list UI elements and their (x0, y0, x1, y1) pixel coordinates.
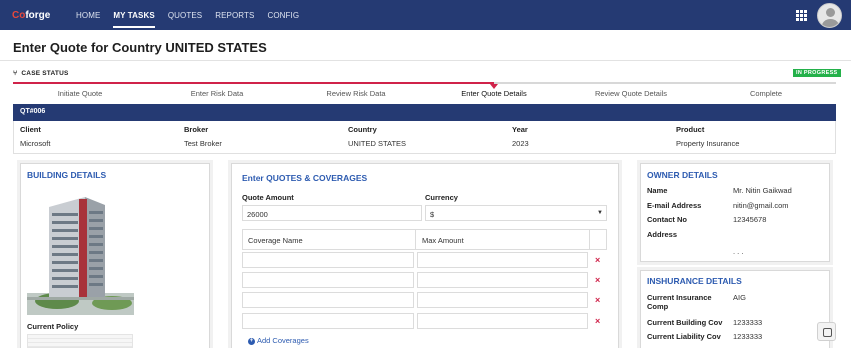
quote-id-bar: QT#006 (13, 104, 836, 121)
coforge-logo[interactable]: Coforge (12, 10, 50, 21)
insurance-company-label: Current Insurance Comp (647, 293, 712, 311)
client-value: Microsoft (20, 139, 51, 148)
owner-contact-label: Contact No (647, 215, 687, 224)
quote-amount-label: Quote Amount (242, 193, 294, 202)
user-avatar-icon[interactable] (817, 3, 842, 28)
product-value: Property Insurance (676, 139, 740, 148)
current-policy-label: Current Policy (27, 322, 79, 331)
currency-label: Currency (425, 193, 458, 202)
nav-reports[interactable]: REPORTS (215, 11, 254, 28)
delete-row-icon[interactable]: × (595, 316, 600, 326)
top-navigation-bar: Coforge HOME MY TASKS QUOTES REPORTS CON… (0, 0, 851, 30)
title-divider (0, 60, 851, 61)
product-label: Product (676, 125, 705, 134)
owner-email-label: E-mail Address (647, 201, 702, 210)
max-amount-input[interactable] (417, 313, 588, 329)
client-label: Client (20, 125, 41, 134)
owner-details-title: OWNER DETAILS (647, 170, 718, 180)
year-value: 2023 (512, 139, 529, 148)
broker-value: Test Broker (184, 139, 222, 148)
add-coverages-label: Add Coverages (257, 336, 309, 345)
add-circle-icon: + (248, 337, 255, 345)
client-column: Client Microsoft (20, 125, 50, 148)
country-value: UNITED STATES (348, 139, 407, 148)
building-details-title: BUILDING DETAILS (27, 170, 107, 180)
max-amount-input[interactable] (417, 292, 588, 308)
product-column: Product Property Insurance (676, 125, 739, 148)
coverage-name-input[interactable] (242, 313, 414, 329)
page-title: Enter Quote for Country UNITED STATES (13, 40, 267, 55)
owner-address-label: Address (647, 230, 678, 239)
quotes-coverages-title: Enter QUOTES & COVERAGES (242, 173, 368, 183)
delete-row-icon[interactable]: × (595, 295, 600, 305)
country-label: Country (348, 125, 377, 134)
step-initiate-quote[interactable]: Initiate Quote (58, 89, 103, 98)
floating-action-icon[interactable] (817, 322, 836, 341)
step-review-risk-data[interactable]: Review Risk Data (326, 89, 385, 98)
nav-my-tasks[interactable]: MY TASKS (113, 11, 155, 28)
building-image (27, 197, 134, 315)
owner-address-value: . . . (733, 247, 744, 256)
owner-contact-value: 12345678 (733, 215, 767, 224)
liability-cov-label: Current Liability Cov (647, 332, 721, 341)
apps-grid-icon[interactable] (796, 10, 807, 21)
nav-quotes[interactable]: QUOTES (168, 11, 202, 28)
building-cov-label: Current Building Cov (647, 318, 723, 327)
quote-id: QT#006 (20, 108, 46, 115)
coverage-name-header: Coverage Name (248, 236, 303, 245)
header-divider (589, 229, 590, 250)
nav-home[interactable]: HOME (76, 11, 100, 28)
progress-fill (13, 82, 494, 84)
step-enter-quote-details[interactable]: Enter Quote Details (461, 89, 526, 98)
coverage-table-header: Coverage Name Max Amount (242, 229, 607, 250)
max-amount-input[interactable] (417, 272, 588, 288)
dropdown-caret-icon: ▼ (597, 210, 603, 216)
quote-summary: Client Microsoft Broker Test Broker Coun… (13, 121, 836, 154)
currency-select[interactable]: $ ▼ (425, 205, 607, 221)
quote-amount-input[interactable]: 26000 (242, 205, 422, 221)
owner-name-value: Mr. Nitin Gaikwad (733, 186, 792, 195)
case-status-label: CASE STATUS (21, 70, 69, 77)
building-cov-value: 1233333 (733, 318, 763, 327)
coverage-name-input[interactable] (242, 272, 414, 288)
max-amount-input[interactable] (417, 252, 588, 268)
delete-row-icon[interactable]: × (595, 275, 600, 285)
owner-name-label: Name (647, 186, 668, 195)
insurance-details-title: INSHURANCE DETAILS (647, 276, 742, 286)
case-status-header: ⑂ CASE STATUS (13, 70, 69, 77)
step-review-quote-details[interactable]: Review Quote Details (595, 89, 667, 98)
step-complete[interactable]: Complete (750, 89, 782, 98)
main-nav: HOME MY TASKS QUOTES REPORTS CONFIG (76, 11, 312, 28)
coverage-name-input[interactable] (242, 252, 414, 268)
case-status-icon: ⑂ (13, 70, 18, 77)
delete-row-icon[interactable]: × (595, 255, 600, 265)
nav-config[interactable]: CONFIG (267, 11, 299, 28)
liability-cov-value: 1233333 (733, 332, 763, 341)
year-label: Year (512, 125, 528, 134)
broker-column: Broker Test Broker (184, 125, 222, 148)
policy-document-preview[interactable] (27, 334, 133, 348)
max-amount-header: Max Amount (422, 236, 464, 245)
owner-email-value: nitin@gmail.com (733, 201, 789, 210)
header-divider (415, 229, 416, 250)
year-column: Year 2023 (512, 125, 529, 148)
add-coverages-link[interactable]: + Add Coverages (248, 336, 309, 345)
broker-label: Broker (184, 125, 209, 134)
step-enter-risk-data[interactable]: Enter Risk Data (191, 89, 244, 98)
insurance-company-value: AIG (733, 293, 746, 302)
coverage-name-input[interactable] (242, 292, 414, 308)
country-column: Country UNITED STATES (348, 125, 406, 148)
status-badge: IN PROGRESS (793, 69, 841, 77)
case-steps: Initiate Quote Enter Risk Data Review Ri… (13, 89, 836, 99)
